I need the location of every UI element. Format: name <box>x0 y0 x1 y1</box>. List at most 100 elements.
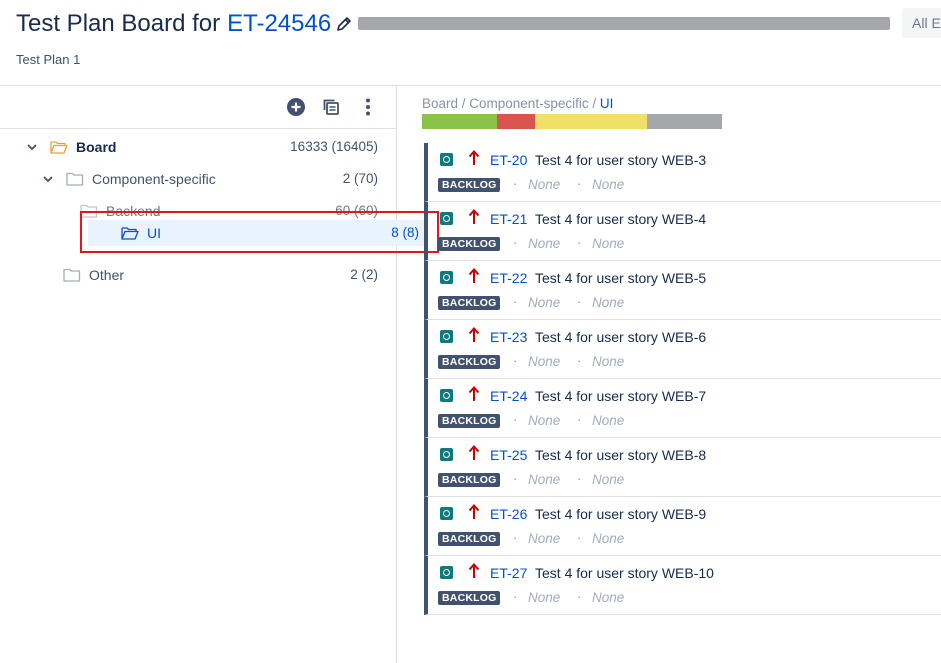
separator-dot: · <box>577 471 582 486</box>
test-key-link[interactable]: ET-20 <box>490 152 527 168</box>
separator-dot: · <box>513 353 518 368</box>
priority-high-arrow-icon <box>468 327 480 342</box>
tree-node-count: 16333 (16405) <box>290 139 378 154</box>
test-type-icon <box>440 389 453 402</box>
test-summary[interactable]: Test 4 for user story WEB-10 <box>535 565 714 581</box>
test-key-link[interactable]: ET-24 <box>490 388 527 404</box>
test-list-item[interactable]: ET-22 Test 4 for user story WEB-5 BACKLOG ·… <box>424 261 941 320</box>
test-field-value: None <box>592 295 625 310</box>
test-list-item[interactable]: ET-25 Test 4 for user story WEB-8 BACKLOG ·… <box>424 438 941 497</box>
test-key-link[interactable]: ET-26 <box>490 506 527 522</box>
tree-node-count: 2 (70) <box>342 171 378 186</box>
priority-high-arrow-icon <box>468 209 480 224</box>
folder-icon <box>63 268 81 282</box>
separator-dot: · <box>577 235 582 250</box>
separator-dot: · <box>513 176 518 191</box>
test-summary[interactable]: Test 4 for user story WEB-5 <box>535 270 706 286</box>
test-key-link[interactable]: ET-23 <box>490 329 527 345</box>
test-plan-subtitle: Test Plan 1 <box>16 52 81 67</box>
progress-segment-passed <box>422 114 497 129</box>
test-type-icon <box>440 330 453 343</box>
separator-dot: · <box>513 235 518 250</box>
test-type-icon <box>440 271 453 284</box>
test-field-value: None <box>592 236 625 251</box>
highlight-annotation-box <box>80 211 439 253</box>
separator-dot: · <box>577 412 582 427</box>
status-badge: BACKLOG <box>438 591 501 605</box>
copy-icon[interactable] <box>322 97 342 117</box>
test-summary[interactable]: Test 4 for user story WEB-9 <box>535 506 706 522</box>
priority-high-arrow-icon <box>468 504 480 519</box>
status-badge: BACKLOG <box>438 237 501 251</box>
separator-dot: · <box>577 589 582 604</box>
progress-segment-failed <box>497 114 535 129</box>
separator-dot: · <box>513 589 518 604</box>
test-list-item[interactable]: ET-23 Test 4 for user story WEB-6 BACKLOG ·… <box>424 320 941 379</box>
test-list-item[interactable]: ET-20 Test 4 for user story WEB-3 BACKLOG ·… <box>424 143 941 202</box>
separator-dot: · <box>577 176 582 191</box>
breadcrumb-path[interactable]: Board / Component-specific / <box>422 96 600 111</box>
test-plan-key-link[interactable]: ET-24546 <box>227 10 331 38</box>
test-type-icon <box>440 448 453 461</box>
separator-dot: · <box>513 530 518 545</box>
separator-dot: · <box>513 412 518 427</box>
tree-node-label: Other <box>89 267 125 283</box>
test-summary[interactable]: Test 4 for user story WEB-3 <box>535 152 706 168</box>
test-summary[interactable]: Test 4 for user story WEB-4 <box>535 211 706 227</box>
priority-high-arrow-icon <box>468 563 480 578</box>
test-field-value: None <box>528 177 561 192</box>
folder-icon <box>66 172 84 186</box>
separator-dot: · <box>577 530 582 545</box>
test-list-item[interactable]: ET-26 Test 4 for user story WEB-9 BACKLOG ·… <box>424 497 941 556</box>
panel-divider <box>396 86 397 663</box>
test-list-item[interactable]: ET-24 Test 4 for user story WEB-7 BACKLOG ·… <box>424 379 941 438</box>
chevron-down-icon[interactable] <box>42 173 54 185</box>
test-summary[interactable]: Test 4 for user story WEB-6 <box>535 329 706 345</box>
priority-high-arrow-icon <box>468 445 480 460</box>
more-icon[interactable] <box>358 97 378 117</box>
tree-node-label: Component-specific <box>92 171 216 187</box>
tree-node-count: 2 (2) <box>350 267 378 282</box>
separator-dot: · <box>513 471 518 486</box>
test-key-link[interactable]: ET-25 <box>490 447 527 463</box>
test-plan-board-page: Test Plan Board for ET-24546 All E Test … <box>0 0 941 663</box>
test-list-item[interactable]: ET-21 Test 4 for user story WEB-4 BACKLOG ·… <box>424 202 941 261</box>
test-field-value: None <box>592 472 625 487</box>
all-environments-button[interactable]: All E <box>902 8 941 38</box>
test-field-value: None <box>528 295 561 310</box>
priority-high-arrow-icon <box>468 150 480 165</box>
test-list-item[interactable]: ET-27 Test 4 for user story WEB-10 BACKLOG… <box>424 556 941 615</box>
header-redacted-bar <box>358 17 890 30</box>
tree-node-board[interactable]: Board <box>26 135 116 159</box>
edit-pencil-icon[interactable] <box>335 15 353 33</box>
test-field-value: None <box>592 413 625 428</box>
test-field-value: None <box>592 590 625 605</box>
chevron-down-icon[interactable] <box>26 141 38 153</box>
tree-node-label: Board <box>76 139 117 155</box>
test-field-value: None <box>592 531 625 546</box>
test-type-icon <box>440 507 453 520</box>
test-field-value: None <box>528 413 561 428</box>
test-key-link[interactable]: ET-27 <box>490 565 527 581</box>
test-type-icon <box>440 566 453 579</box>
test-summary[interactable]: Test 4 for user story WEB-7 <box>535 388 706 404</box>
test-field-value: None <box>592 177 625 192</box>
test-list: ET-20 Test 4 for user story WEB-3 BACKLOG ·… <box>424 143 941 615</box>
test-field-value: None <box>528 531 561 546</box>
test-summary[interactable]: Test 4 for user story WEB-8 <box>535 447 706 463</box>
test-field-value: None <box>528 590 561 605</box>
tree-node-component-specific[interactable]: Component-specific <box>42 167 216 191</box>
separator-dot: · <box>577 294 582 309</box>
status-badge: BACKLOG <box>438 532 501 546</box>
breadcrumb-current: UI <box>599 96 614 111</box>
test-key-link[interactable]: ET-21 <box>490 211 527 227</box>
test-key-link[interactable]: ET-22 <box>490 270 527 286</box>
separator-dot: · <box>577 353 582 368</box>
page-title: Test Plan Board for ET-24546 <box>16 10 353 38</box>
status-badge: BACKLOG <box>438 178 501 192</box>
test-type-icon <box>440 212 453 225</box>
status-badge: BACKLOG <box>438 414 501 428</box>
tree-node-other[interactable]: Other <box>63 263 124 287</box>
test-field-value: None <box>528 236 561 251</box>
add-icon[interactable] <box>286 97 306 117</box>
